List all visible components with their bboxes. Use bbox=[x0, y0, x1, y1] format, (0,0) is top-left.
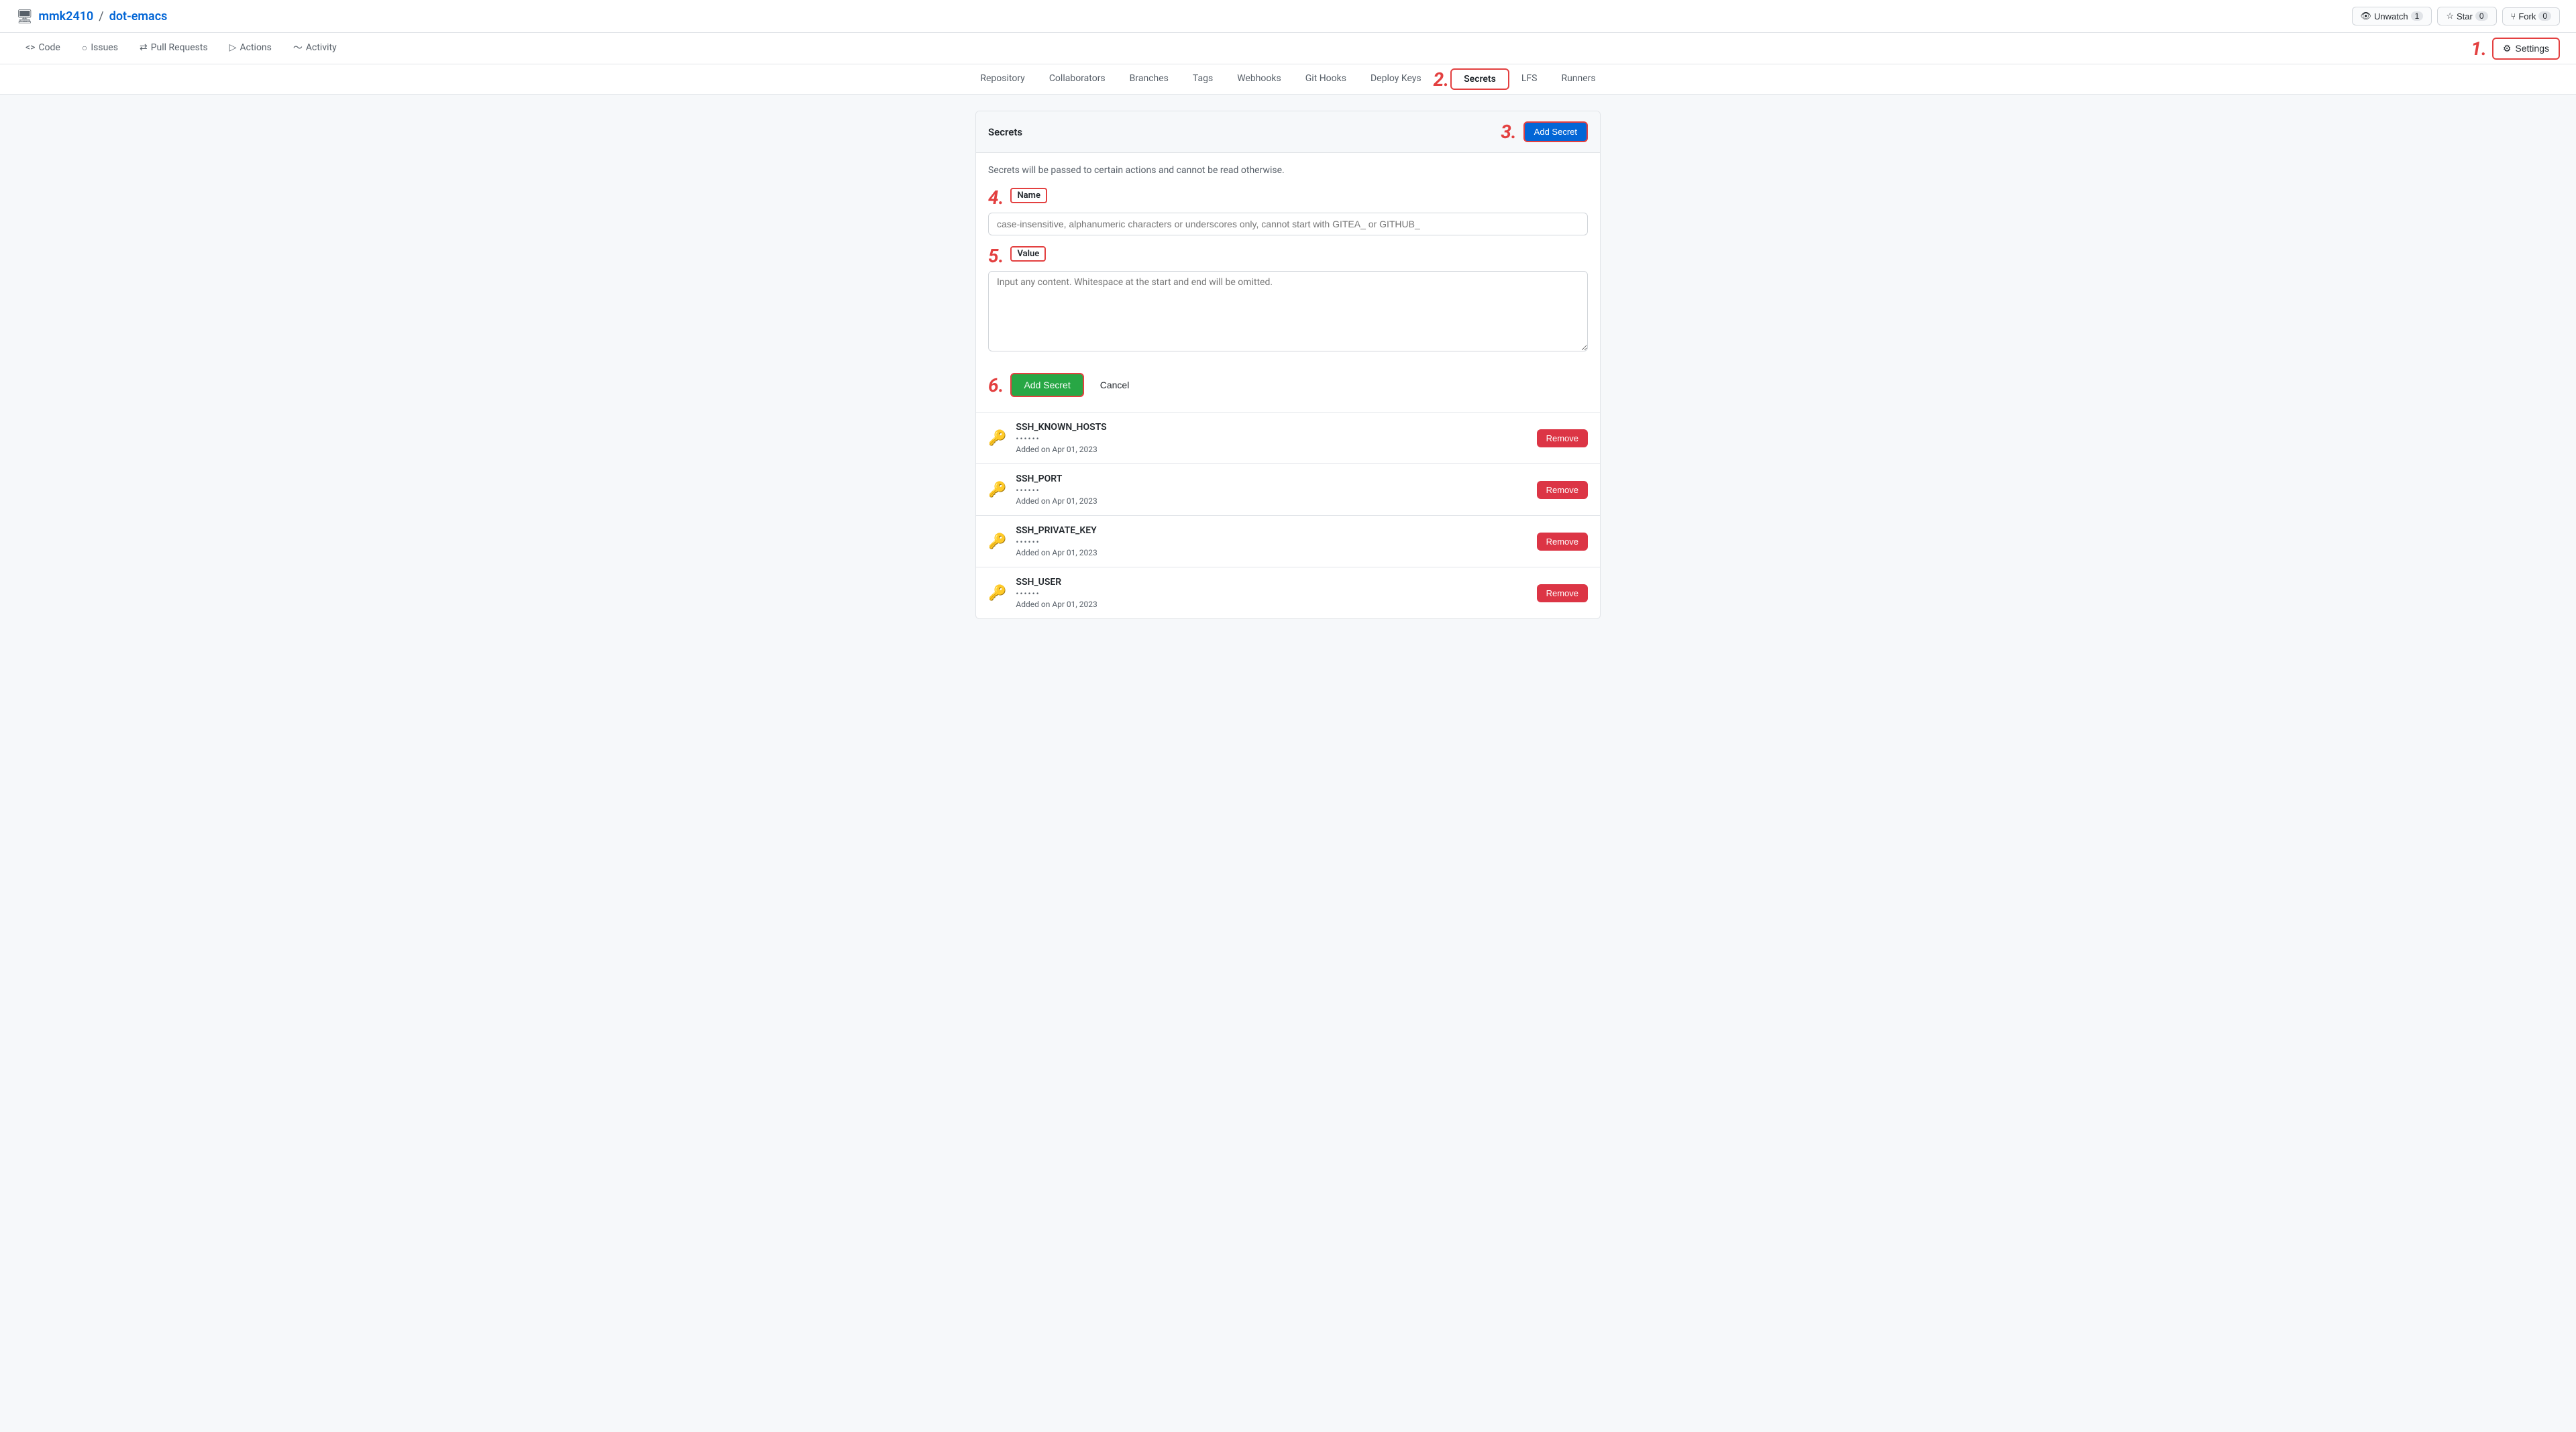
subnav-tags[interactable]: Tags bbox=[1181, 65, 1225, 93]
remove-button[interactable]: Remove bbox=[1537, 481, 1588, 499]
subnav-lfs[interactable]: LFS bbox=[1509, 65, 1550, 93]
secondary-nav: <> Code ○ Issues ⇄ Pull Requests ▷ Actio… bbox=[0, 33, 2576, 64]
remove-button[interactable]: Remove bbox=[1537, 429, 1588, 447]
unwatch-label: Unwatch bbox=[2374, 11, 2408, 21]
secret-dots: •••••• bbox=[1016, 537, 1527, 547]
remove-button[interactable]: Remove bbox=[1537, 533, 1588, 551]
annotation-3: 3. bbox=[1501, 121, 1516, 143]
nav-activity[interactable]: 〜 Activity bbox=[284, 33, 346, 64]
nav-code[interactable]: <> Code bbox=[16, 34, 70, 62]
secrets-header: Secrets 3. Add Secret bbox=[976, 111, 1600, 153]
secrets-panel: Secrets 3. Add Secret Secrets will be pa… bbox=[975, 111, 1601, 619]
activity-icon: 〜 bbox=[293, 41, 303, 54]
secret-name: SSH_KNOWN_HOSTS bbox=[1016, 422, 1527, 433]
name-label: Name bbox=[1010, 188, 1046, 203]
nav-pull-requests[interactable]: ⇄ Pull Requests bbox=[130, 34, 217, 62]
secrets-description: Secrets will be passed to certain action… bbox=[988, 165, 1588, 176]
subnav-repository[interactable]: Repository bbox=[968, 65, 1036, 93]
actions-icon: ▷ bbox=[229, 42, 237, 53]
annotation-1: 1. bbox=[2471, 38, 2486, 60]
key-icon: 🔑 bbox=[988, 533, 1006, 550]
fork-button[interactable]: ⑂ Fork 0 bbox=[2502, 7, 2561, 25]
secret-date: Added on Apr 01, 2023 bbox=[1016, 445, 1527, 454]
repo-owner[interactable]: mmk2410 bbox=[38, 9, 93, 23]
top-nav: 🖥 mmk2410 / dot-emacs 👁 Unwatch 1 ☆ Star… bbox=[0, 0, 2576, 33]
value-form-group: 5. Value bbox=[988, 245, 1588, 354]
secret-dots: •••••• bbox=[1016, 589, 1527, 598]
secrets-form-area: Secrets will be passed to certain action… bbox=[976, 153, 1600, 412]
secret-info: SSH_USER •••••• Added on Apr 01, 2023 bbox=[1016, 577, 1527, 609]
key-icon: 🔑 bbox=[988, 482, 1006, 498]
subnav-webhooks[interactable]: Webhooks bbox=[1225, 65, 1293, 93]
subnav-secrets[interactable]: Secrets bbox=[1450, 68, 1509, 90]
add-secret-header-button[interactable]: Add Secret bbox=[1523, 121, 1588, 142]
secret-info: SSH_PRIVATE_KEY •••••• Added on Apr 01, … bbox=[1016, 525, 1527, 557]
top-actions: 👁 Unwatch 1 ☆ Star 0 ⑂ Fork 0 bbox=[2352, 7, 2560, 25]
repo-slash: / bbox=[99, 9, 103, 23]
subnav-git-hooks[interactable]: Git Hooks bbox=[1293, 65, 1358, 93]
annotation-6: 6. bbox=[988, 374, 1004, 396]
fork-label: Fork bbox=[2518, 11, 2536, 21]
secret-info: SSH_PORT •••••• Added on Apr 01, 2023 bbox=[1016, 474, 1527, 506]
star-label: Star bbox=[2457, 11, 2473, 21]
name-form-group: 4. Name bbox=[988, 186, 1588, 235]
form-actions: 6. Add Secret Cancel bbox=[988, 364, 1588, 400]
secret-name: SSH_USER bbox=[1016, 577, 1527, 588]
annotation-5: 5. bbox=[988, 245, 1004, 267]
subnav-deploy-keys[interactable]: Deploy Keys bbox=[1358, 65, 1434, 93]
pr-icon: ⇄ bbox=[140, 42, 148, 53]
code-icon: <> bbox=[25, 42, 35, 53]
value-label: Value bbox=[1010, 246, 1046, 262]
annotation-4: 4. bbox=[988, 186, 1004, 209]
secrets-list: 🔑 SSH_KNOWN_HOSTS •••••• Added on Apr 01… bbox=[976, 412, 1600, 618]
eye-icon: 👁 bbox=[2361, 11, 2372, 21]
list-item: 🔑 SSH_KNOWN_HOSTS •••••• Added on Apr 01… bbox=[976, 412, 1600, 464]
repo-name[interactable]: dot-emacs bbox=[109, 9, 168, 23]
name-input[interactable] bbox=[988, 213, 1588, 235]
list-item: 🔑 SSH_PORT •••••• Added on Apr 01, 2023 … bbox=[976, 464, 1600, 516]
subnav-branches[interactable]: Branches bbox=[1118, 65, 1181, 93]
cancel-button[interactable]: Cancel bbox=[1091, 374, 1139, 396]
unwatch-count: 1 bbox=[2411, 11, 2424, 21]
secret-name: SSH_PORT bbox=[1016, 474, 1527, 484]
secret-dots: •••••• bbox=[1016, 434, 1527, 443]
main-content: Secrets 3. Add Secret Secrets will be pa… bbox=[959, 111, 1617, 619]
nav-actions[interactable]: ▷ Actions bbox=[220, 34, 281, 62]
secret-date: Added on Apr 01, 2023 bbox=[1016, 496, 1527, 506]
list-item: 🔑 SSH_USER •••••• Added on Apr 01, 2023 … bbox=[976, 567, 1600, 618]
secret-dots: •••••• bbox=[1016, 486, 1527, 495]
add-secret-form-button[interactable]: Add Secret bbox=[1010, 373, 1083, 397]
star-count: 0 bbox=[2475, 11, 2488, 21]
list-item: 🔑 SSH_PRIVATE_KEY •••••• Added on Apr 01… bbox=[976, 516, 1600, 567]
secret-info: SSH_KNOWN_HOSTS •••••• Added on Apr 01, … bbox=[1016, 422, 1527, 454]
subnav-runners[interactable]: Runners bbox=[1549, 65, 1607, 93]
value-textarea[interactable] bbox=[988, 271, 1588, 351]
settings-subnav: Repository Collaborators Branches Tags W… bbox=[0, 64, 2576, 95]
repo-title: 🖥 mmk2410 / dot-emacs bbox=[16, 8, 167, 24]
secret-date: Added on Apr 01, 2023 bbox=[1016, 548, 1527, 557]
key-icon: 🔑 bbox=[988, 585, 1006, 602]
star-button[interactable]: ☆ Star 0 bbox=[2437, 7, 2496, 25]
issues-icon: ○ bbox=[82, 42, 87, 54]
nav-issues[interactable]: ○ Issues bbox=[72, 34, 127, 63]
secret-name: SSH_PRIVATE_KEY bbox=[1016, 525, 1527, 536]
key-icon: 🔑 bbox=[988, 430, 1006, 447]
fork-count: 0 bbox=[2538, 11, 2551, 21]
secrets-title: Secrets bbox=[988, 126, 1022, 138]
secret-date: Added on Apr 01, 2023 bbox=[1016, 600, 1527, 609]
unwatch-button[interactable]: 👁 Unwatch 1 bbox=[2352, 7, 2432, 25]
star-icon: ☆ bbox=[2446, 11, 2454, 21]
settings-label: Settings bbox=[2515, 43, 2549, 54]
settings-button[interactable]: ⚙ Settings bbox=[2492, 38, 2560, 60]
gear-icon: ⚙ bbox=[2503, 43, 2512, 54]
fork-icon: ⑂ bbox=[2511, 11, 2516, 21]
annotation-2: 2. bbox=[1434, 68, 1449, 91]
remove-button[interactable]: Remove bbox=[1537, 584, 1588, 602]
subnav-collaborators[interactable]: Collaborators bbox=[1037, 65, 1118, 93]
repo-icon: 🖥 bbox=[16, 8, 33, 24]
